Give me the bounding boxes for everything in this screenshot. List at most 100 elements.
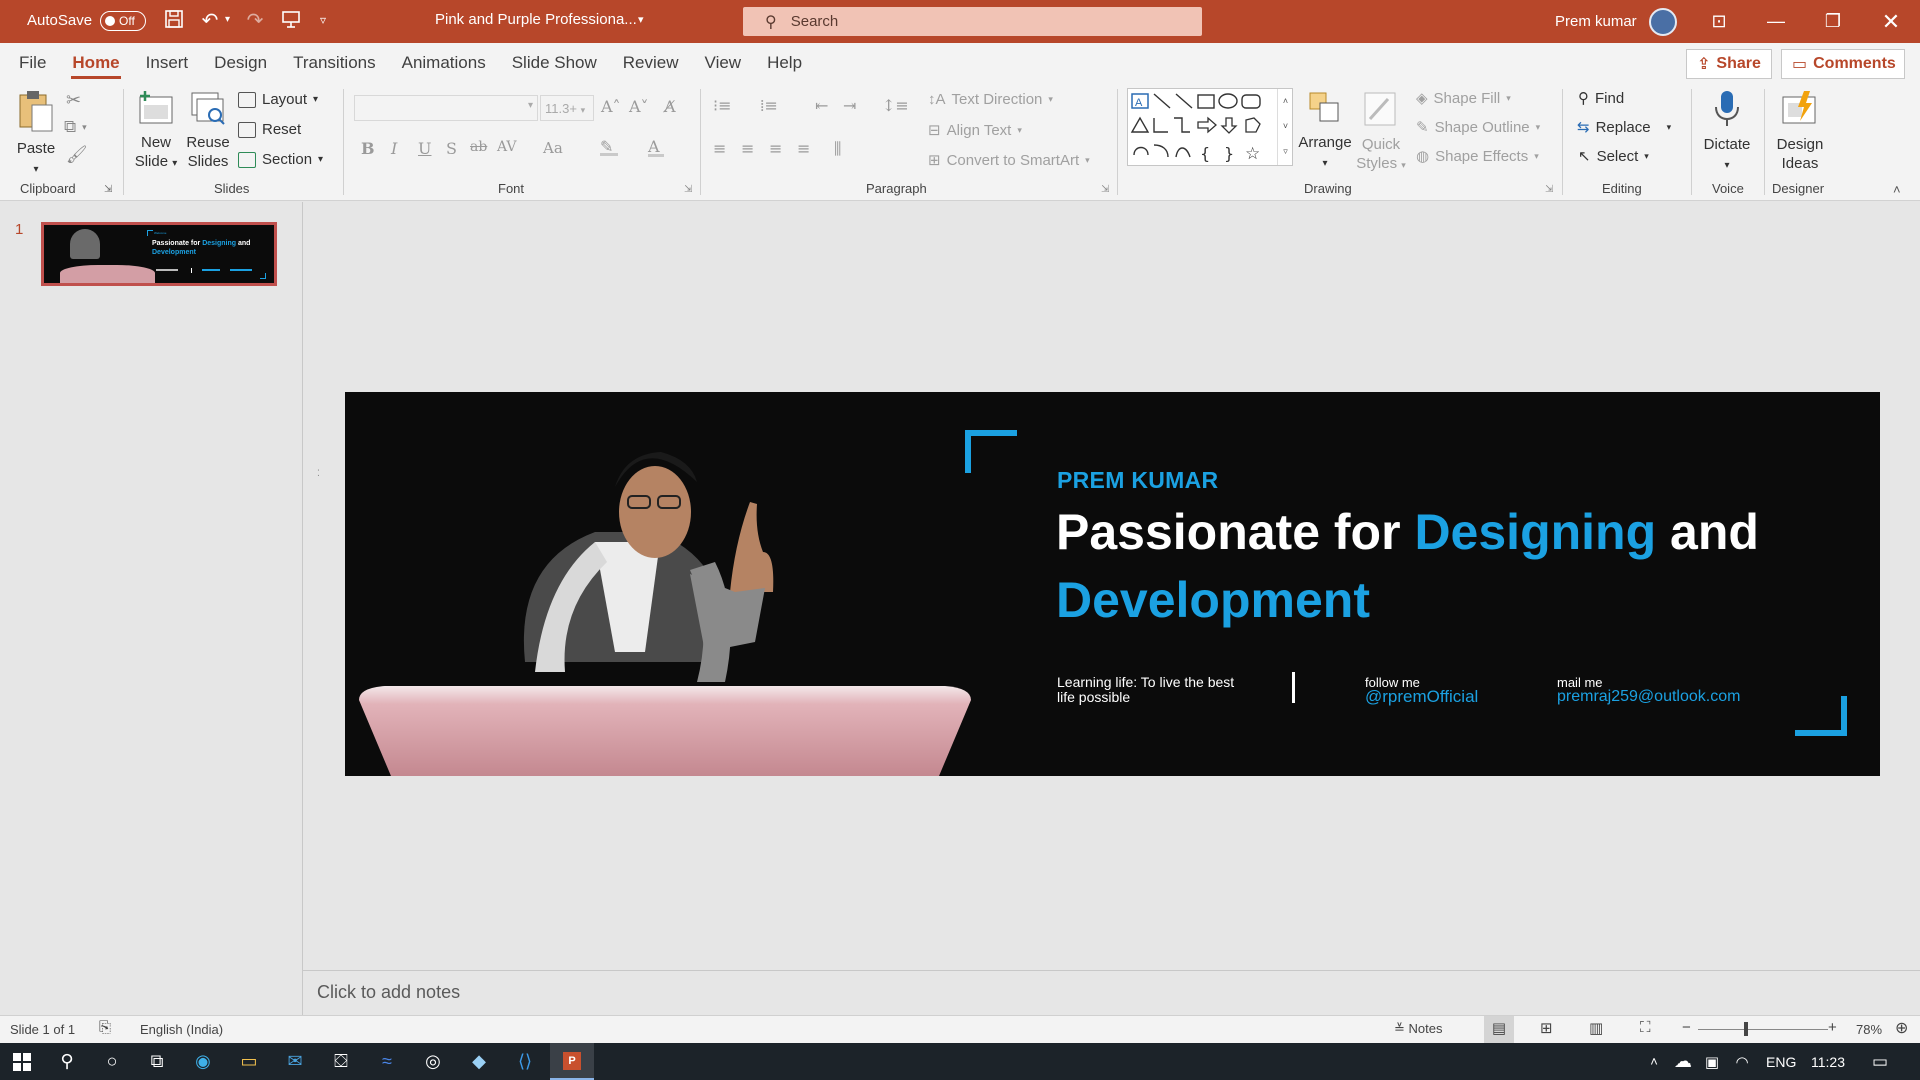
format-painter-icon[interactable]: 🖌 — [66, 145, 88, 165]
cortana-icon[interactable]: ○ — [90, 1043, 134, 1080]
text-shadow-button[interactable]: S — [446, 139, 457, 158]
search-box[interactable]: ⚲ Search — [743, 7, 1202, 36]
align-text-button[interactable]: ⊟ Align Text ▾ — [928, 121, 1022, 140]
zoom-in-icon[interactable]: + — [1828, 1019, 1837, 1036]
clock[interactable]: 11:23 — [1811, 1054, 1845, 1070]
restore-icon[interactable]: ❐ — [1810, 0, 1856, 43]
clipboard-launcher-icon[interactable]: ⇲ — [104, 184, 112, 195]
fit-to-window-icon[interactable]: ⊕ — [1895, 1018, 1908, 1038]
shapes-gallery[interactable]: A { } ☆ ˄ ˅ ▿ — [1127, 88, 1293, 166]
font-launcher-icon[interactable]: ⇲ — [684, 184, 692, 195]
windows-start-icon[interactable] — [0, 1043, 44, 1080]
edge-icon[interactable]: ◉ — [181, 1043, 225, 1080]
new-slide-button[interactable]: New Slide ▾ — [130, 89, 182, 173]
tab-slide-show[interactable]: Slide Show — [499, 43, 610, 83]
align-center-icon[interactable]: ≡ — [741, 139, 754, 158]
minimize-icon[interactable]: — — [1753, 0, 1799, 43]
tab-transitions[interactable]: Transitions — [280, 43, 389, 83]
reading-view-icon[interactable]: ▥ — [1589, 1019, 1603, 1037]
file-explorer-icon[interactable]: ▭ — [227, 1043, 271, 1080]
slideshow-view-icon[interactable]: ⛶ — [1640, 1019, 1651, 1036]
follow-block[interactable]: follow me @rpremOfficial — [1365, 676, 1478, 706]
shape-outline-button[interactable]: ✎ Shape Outline ▾ — [1416, 118, 1540, 137]
justify-icon[interactable]: ≡ — [797, 139, 810, 158]
section-button[interactable]: Section ▾ — [238, 151, 323, 168]
ribbon-display-options-icon[interactable]: ⊡ — [1696, 0, 1742, 43]
shrink-font-icon[interactable]: A˅ — [629, 97, 649, 116]
tab-view[interactable]: View — [692, 43, 755, 83]
zoom-out-icon[interactable]: − — [1682, 1019, 1691, 1036]
zoom-slider-track[interactable] — [1698, 1029, 1828, 1030]
character-spacing-button[interactable]: AV — [497, 139, 517, 155]
tab-file[interactable]: File — [6, 43, 59, 83]
quick-styles-button[interactable]: Quick Styles ▾ — [1355, 89, 1407, 175]
dictate-button[interactable]: Dictate ▾ — [1698, 89, 1756, 175]
slide-thumbnail-1[interactable]: Welcome Passionate for Designing and Deve… — [41, 222, 277, 286]
align-left-icon[interactable]: ≡ — [713, 139, 726, 158]
obs-icon[interactable]: ◎ — [411, 1043, 455, 1080]
bullets-icon[interactable]: ⁝≡ — [713, 96, 732, 115]
arrange-button[interactable]: Arrange ▾ — [1298, 89, 1352, 173]
normal-view-icon[interactable]: ▤ — [1484, 1016, 1514, 1043]
paste-button[interactable]: Paste ▾ — [14, 89, 58, 179]
replace-button[interactable]: ⇆ Replace ▾ — [1577, 118, 1671, 137]
shape-fill-button[interactable]: ◈ Shape Fill ▾ — [1416, 89, 1511, 108]
bold-button[interactable]: B — [361, 139, 375, 158]
app-icon[interactable]: ◆ — [457, 1043, 501, 1080]
document-title[interactable]: Pink and Purple Professiona... — [435, 11, 637, 28]
strikethrough-button[interactable]: ab — [470, 139, 487, 155]
cut-icon[interactable]: ✂ — [66, 90, 81, 111]
align-right-icon[interactable]: ≡ — [769, 139, 782, 158]
reset-button[interactable]: Reset — [238, 121, 301, 138]
layout-button[interactable]: Layout ▾ — [238, 91, 318, 108]
account-area[interactable]: Prem kumar — [1555, 0, 1677, 43]
undo-dropdown-icon[interactable]: ▾ — [225, 14, 230, 25]
input-language[interactable]: ENG — [1766, 1054, 1796, 1070]
drawing-launcher-icon[interactable]: ⇲ — [1545, 184, 1553, 195]
tab-animations[interactable]: Animations — [389, 43, 499, 83]
tab-review[interactable]: Review — [610, 43, 692, 83]
columns-icon[interactable]: ⫼ — [834, 139, 841, 159]
change-case-button[interactable]: Aa — [543, 139, 563, 157]
redo-icon[interactable]: ↷ — [240, 8, 270, 33]
mail-block[interactable]: mail me premraj259@outlook.com — [1557, 676, 1740, 705]
present-from-start-icon[interactable] — [276, 9, 306, 35]
avatar[interactable] — [1648, 7, 1677, 36]
save-icon[interactable] — [159, 9, 189, 35]
whiteboard-icon[interactable]: ≈ — [365, 1043, 409, 1080]
search-taskbar-icon[interactable]: ⚲ — [45, 1043, 89, 1080]
select-button[interactable]: ↖ Select ▾ — [1578, 147, 1649, 166]
zoom-level[interactable]: 78% — [1856, 1022, 1882, 1037]
tab-design[interactable]: Design — [201, 43, 280, 83]
find-button[interactable]: ⚲ Find — [1578, 89, 1624, 108]
tab-insert[interactable]: Insert — [133, 43, 202, 83]
spelling-check-icon[interactable]: ⎘ — [99, 1019, 111, 1036]
comments-button[interactable]: ▭ Comments — [1781, 49, 1905, 79]
design-ideas-button[interactable]: Design Ideas — [1771, 89, 1829, 173]
underline-button[interactable]: U — [418, 139, 431, 158]
collapse-ribbon-icon[interactable]: ˄ — [1893, 182, 1901, 197]
autosave-toggle[interactable]: Off — [100, 11, 146, 31]
copy-icon[interactable]: ⧉ ▾ — [64, 117, 87, 137]
vscode-icon[interactable]: ⟨⟩ — [503, 1043, 547, 1080]
notifications-icon[interactable]: ▭ — [1858, 1043, 1902, 1080]
increase-indent-icon[interactable]: ⇥ — [843, 96, 856, 115]
share-button[interactable]: ⇪ Share — [1686, 49, 1772, 79]
numbering-icon[interactable]: ⁞≡ — [760, 96, 778, 116]
notes-pane[interactable]: Click to add notes — [303, 970, 1920, 1013]
tab-help[interactable]: Help — [754, 43, 815, 83]
close-icon[interactable]: ✕ — [1868, 0, 1914, 43]
slide-headline[interactable]: Passionate for Designing and Development — [1056, 498, 1759, 634]
highlight-color-icon[interactable]: ✎ — [600, 137, 618, 156]
store-icon[interactable]: ⛋ — [319, 1043, 363, 1080]
tab-home[interactable]: Home — [59, 43, 132, 83]
slide-name-heading[interactable]: PREM KUMAR — [1057, 467, 1218, 494]
shapes-scroll[interactable]: ˄ ˅ ▿ — [1277, 89, 1293, 165]
mail-icon[interactable]: ✉ — [273, 1043, 317, 1080]
notes-toggle[interactable]: ≚ Notes — [1394, 1021, 1443, 1037]
tagline-text[interactable]: Learning life: To live the best life poss… — [1057, 675, 1234, 705]
line-spacing-icon[interactable]: ↕≡ — [882, 96, 909, 115]
customize-qat-icon[interactable]: ▿ — [320, 13, 326, 27]
font-size-input[interactable]: 11.3+ ▾ — [540, 95, 594, 121]
pane-splitter-handle[interactable]: ⁚ — [317, 468, 320, 479]
